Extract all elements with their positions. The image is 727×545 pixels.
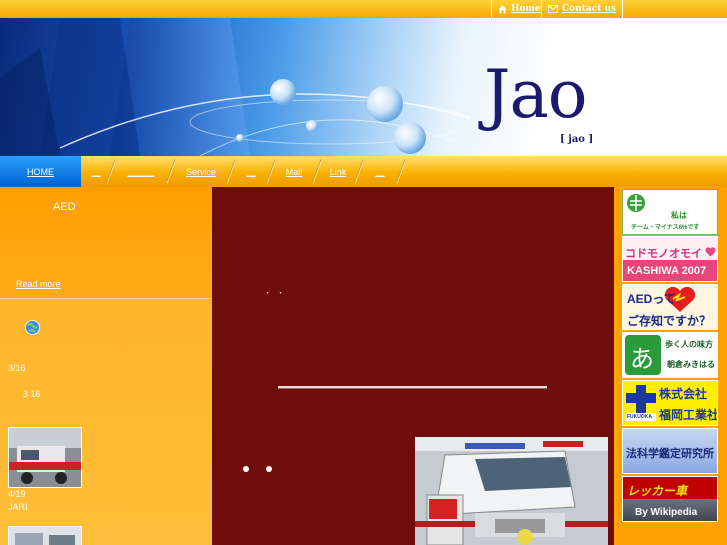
news-date-1: 3/16 (8, 363, 26, 373)
nav-item-3[interactable]: ＿＿＿ (111, 156, 175, 187)
banner-forensic[interactable]: 法科学鑑定研究所 (622, 428, 718, 474)
nav-link[interactable]: Link (317, 156, 363, 187)
news-thumbnail-1[interactable] (8, 427, 82, 488)
banner-fukuoka[interactable]: FUKUOKA 株式会社 福岡工業社 (622, 380, 718, 426)
banner-walking[interactable]: あ 歩く人の味方 朝倉みきはる (622, 332, 718, 378)
banner-team-minus-6[interactable]: 私は チーム・マイナス6%です (622, 189, 718, 235)
banner-1-line1: 私は (671, 211, 687, 220)
globe-icon (25, 320, 40, 335)
left-news-panel (0, 298, 212, 545)
nav-item-2[interactable]: ＿ (81, 156, 115, 187)
main-content: ・ ・ (212, 187, 614, 545)
contact-link[interactable]: Contact us (541, 0, 624, 18)
brand-title: Jao (484, 56, 588, 133)
banner-kodomo[interactable]: コドモノオモイ KASHIWA 2007 (622, 236, 718, 282)
bullet-1 (243, 466, 249, 472)
banner-1-line2: チーム・マイナス6%です (631, 225, 700, 231)
left-sidebar: AED Read more 3/16 3 16 4/19 JARI (0, 187, 212, 545)
banner-6-line1: 法科学鑑定研究所 (626, 447, 714, 460)
banner-artwork (0, 18, 471, 156)
banner-2-line2: KASHIWA 2007 (627, 265, 707, 277)
nav-mail[interactable]: Mail (271, 156, 321, 187)
news-date-2: 4/19 (8, 489, 26, 499)
news-text-1: 3 16 (23, 389, 41, 399)
banner-7-line1: レッカー車 (627, 484, 688, 498)
banner-5-logo: FUKUOKA (627, 414, 652, 420)
content-dots-text: ・ ・ (264, 290, 286, 297)
aed-heading: AED (53, 201, 76, 213)
right-sidebar: 私は チーム・マイナス6%です コドモノオモイ KASHIWA 2007 AED… (614, 187, 727, 545)
content-divider (278, 386, 547, 389)
mail-icon (548, 5, 558, 13)
brand-subtitle: [ jao ] (560, 134, 594, 145)
banner-4-line2: 朝倉みきはる (667, 360, 715, 369)
nav-service[interactable]: Service (171, 156, 235, 187)
news-text-2: JARI (8, 502, 28, 512)
house-icon (498, 5, 507, 13)
banner-5-line1: 株式会社 (659, 387, 708, 401)
banner-aed[interactable]: AEDって ご存知ですか？ (622, 284, 718, 330)
globe-icon (627, 194, 645, 212)
banner-4-glyph: あ (630, 346, 654, 373)
banner-4-line1: 歩く人の味方 (665, 340, 713, 349)
banner-5-line2: 福岡工業社 (659, 408, 718, 422)
nav-item-8[interactable]: ＿ (359, 156, 405, 187)
banner-3-line2: ご存知ですか？ (627, 314, 712, 328)
heart-icon (705, 247, 716, 257)
nav-item-5[interactable]: ＿ (231, 156, 275, 187)
main-nav: HOME ＿ ＿＿＿ Service ＿ Mail Link ＿ (0, 156, 727, 187)
banner-wrecker[interactable]: レッカー車 By Wikipedia (622, 476, 718, 522)
header-banner: Jao [ jao ] (0, 18, 727, 156)
banner-3-line1: AEDって (627, 292, 676, 306)
home-link[interactable]: Home (491, 0, 547, 18)
banner-7-line2: By Wikipedia (635, 507, 698, 518)
tow-truck-photo (415, 437, 608, 545)
top-bar: Home Contact us (0, 0, 727, 18)
home-link-label: Home (511, 4, 541, 14)
banner-2-line1: コドモノオモイ (625, 248, 702, 260)
bullet-2 (266, 466, 272, 472)
contact-link-label: Contact us (562, 4, 617, 14)
read-more-link[interactable]: Read more (16, 279, 61, 289)
nav-home[interactable]: HOME (0, 156, 81, 187)
news-thumbnail-2[interactable] (8, 526, 82, 545)
